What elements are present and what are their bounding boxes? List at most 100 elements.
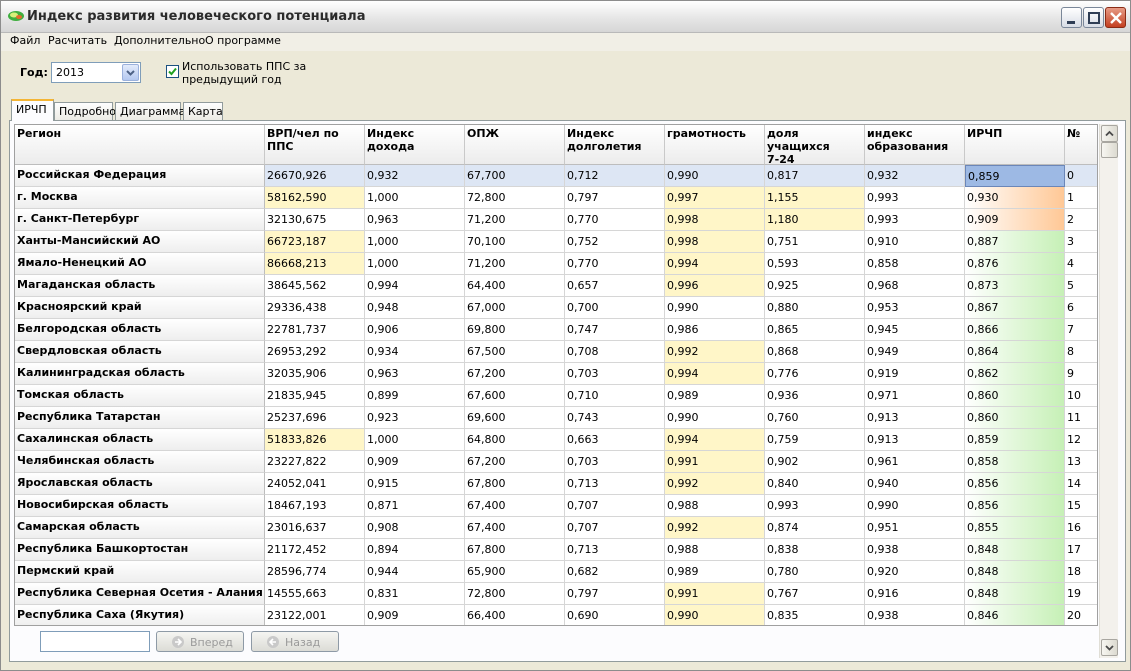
cell-life-expectancy[interactable]: 67,800 <box>465 539 565 561</box>
cell-region[interactable]: Республика Северная Осетия - Алания <box>15 583 265 605</box>
cell-rank[interactable]: 3 <box>1065 231 1097 253</box>
cell-region[interactable]: Магаданская область <box>15 275 265 297</box>
cell-literacy[interactable]: 0,990 <box>665 407 765 429</box>
table-row[interactable]: Республика Саха (Якутия) 23122,001 0,909 66… <box>15 605 1097 625</box>
cell-longevity-index[interactable]: 0,703 <box>565 363 665 385</box>
cell-region[interactable]: Красноярский край <box>15 297 265 319</box>
cell-hdi[interactable]: 0,848 <box>965 583 1065 605</box>
cell-longevity-index[interactable]: 0,743 <box>565 407 665 429</box>
table-row[interactable]: Калининградская область 32035,906 0,963 67,… <box>15 363 1097 385</box>
cell-income-index[interactable]: 1,000 <box>365 429 465 451</box>
cell-literacy[interactable]: 0,998 <box>665 209 765 231</box>
table-row[interactable]: Свердловская область 26953,292 0,934 67,500… <box>15 341 1097 363</box>
cell-student-share[interactable]: 0,760 <box>765 407 865 429</box>
cell-grp-per-capita[interactable]: 26670,926 <box>265 165 365 187</box>
cell-literacy[interactable]: 0,992 <box>665 341 765 363</box>
cell-student-share[interactable]: 0,776 <box>765 363 865 385</box>
cell-income-index[interactable]: 0,906 <box>365 319 465 341</box>
cell-rank[interactable]: 4 <box>1065 253 1097 275</box>
cell-income-index[interactable]: 0,909 <box>365 605 465 625</box>
cell-life-expectancy[interactable]: 64,800 <box>465 429 565 451</box>
minimize-button[interactable] <box>1061 7 1082 28</box>
table-row[interactable]: Томская область 21835,945 0,899 67,600 0,710… <box>15 385 1097 407</box>
cell-longevity-index[interactable]: 0,797 <box>565 583 665 605</box>
cell-education-index[interactable]: 0,993 <box>865 187 965 209</box>
tab-hdi[interactable]: ИРЧП <box>11 99 54 121</box>
cell-rank[interactable]: 8 <box>1065 341 1097 363</box>
column-header-student-share[interactable]: доля учащихся 7-24 <box>765 125 865 166</box>
cell-hdi[interactable]: 0,860 <box>965 407 1065 429</box>
cell-life-expectancy[interactable]: 67,500 <box>465 341 565 363</box>
cell-life-expectancy[interactable]: 64,400 <box>465 275 565 297</box>
table-row[interactable]: Красноярский край 29336,438 0,948 67,000 0,7… <box>15 297 1097 319</box>
maximize-button[interactable] <box>1083 7 1104 28</box>
table-row[interactable]: г. Москва 58162,590 1,000 72,800 0,797 0,997 1… <box>15 187 1097 209</box>
cell-rank[interactable]: 13 <box>1065 451 1097 473</box>
table-row[interactable]: Магаданская область 38645,562 0,994 64,400 0… <box>15 275 1097 297</box>
dropdown-button[interactable] <box>122 64 139 81</box>
table-row[interactable]: Республика Северная Осетия - Алания 14555… <box>15 583 1097 605</box>
cell-life-expectancy[interactable]: 67,400 <box>465 495 565 517</box>
cell-hdi[interactable]: 0,864 <box>965 341 1065 363</box>
cell-life-expectancy[interactable]: 67,400 <box>465 517 565 539</box>
cell-student-share[interactable]: 0,838 <box>765 539 865 561</box>
cell-student-share[interactable]: 0,868 <box>765 341 865 363</box>
cell-hdi[interactable]: 0,859 <box>965 429 1065 451</box>
cell-life-expectancy[interactable]: 67,600 <box>465 385 565 407</box>
table-row[interactable]: Ханты-Мансийский АО 66723,187 1,000 70,100 0… <box>15 231 1097 253</box>
cell-education-index[interactable]: 0,961 <box>865 451 965 473</box>
cell-longevity-index[interactable]: 0,663 <box>565 429 665 451</box>
cell-student-share[interactable]: 0,751 <box>765 231 865 253</box>
cell-student-share[interactable]: 0,817 <box>765 165 865 187</box>
cell-student-share[interactable]: 0,780 <box>765 561 865 583</box>
cell-rank[interactable]: 20 <box>1065 605 1097 625</box>
cell-literacy[interactable]: 0,991 <box>665 451 765 473</box>
cell-literacy[interactable]: 0,991 <box>665 583 765 605</box>
cell-grp-per-capita[interactable]: 22781,737 <box>265 319 365 341</box>
table-row[interactable]: Челябинская область 23227,822 0,909 67,200 0… <box>15 451 1097 473</box>
column-header-rank[interactable]: № <box>1065 125 1097 165</box>
cell-hdi[interactable]: 0,846 <box>965 605 1065 625</box>
cell-education-index[interactable]: 0,938 <box>865 539 965 561</box>
tab-chart[interactable]: Диаграмма <box>115 102 185 120</box>
cell-education-index[interactable]: 0,971 <box>865 385 965 407</box>
forward-button[interactable]: Вперед <box>156 631 244 652</box>
table-row[interactable]: Пермский край 28596,774 0,944 65,900 0,682 0,… <box>15 561 1097 583</box>
cell-rank[interactable]: 9 <box>1065 363 1097 385</box>
table-row[interactable]: Самарская область 23016,637 0,908 67,400 0,7… <box>15 517 1097 539</box>
tab-map[interactable]: Карта <box>183 102 223 120</box>
cell-education-index[interactable]: 0,953 <box>865 297 965 319</box>
table-row[interactable]: Республика Башкортостан 21172,452 0,894 67,… <box>15 539 1097 561</box>
cell-literacy[interactable]: 0,997 <box>665 187 765 209</box>
cell-hdi[interactable]: 0,858 <box>965 451 1065 473</box>
cell-hdi[interactable]: 0,862 <box>965 363 1065 385</box>
cell-region[interactable]: Новосибирская область <box>15 495 265 517</box>
cell-longevity-index[interactable]: 0,710 <box>565 385 665 407</box>
cell-life-expectancy[interactable]: 71,200 <box>465 209 565 231</box>
cell-region[interactable]: Сахалинская область <box>15 429 265 451</box>
cell-education-index[interactable]: 0,913 <box>865 429 965 451</box>
cell-hdi[interactable]: 0,848 <box>965 561 1065 583</box>
cell-region[interactable]: Республика Башкортостан <box>15 539 265 561</box>
cell-grp-per-capita[interactable]: 23227,822 <box>265 451 365 473</box>
column-header-region[interactable]: Регион <box>15 125 265 165</box>
cell-student-share[interactable]: 0,865 <box>765 319 865 341</box>
cell-literacy[interactable]: 0,994 <box>665 253 765 275</box>
cell-income-index[interactable]: 1,000 <box>365 253 465 275</box>
title-bar[interactable]: Индекс развития человеческого потенциала <box>1 1 1130 33</box>
cell-student-share[interactable]: 1,180 <box>765 209 865 231</box>
cell-hdi[interactable]: 0,856 <box>965 495 1065 517</box>
row-search-input[interactable] <box>40 631 150 652</box>
cell-longevity-index[interactable]: 0,752 <box>565 231 665 253</box>
cell-longevity-index[interactable]: 0,708 <box>565 341 665 363</box>
cell-education-index[interactable]: 0,990 <box>865 495 965 517</box>
cell-hdi[interactable]: 0,867 <box>965 297 1065 319</box>
cell-rank[interactable]: 17 <box>1065 539 1097 561</box>
cell-rank[interactable]: 16 <box>1065 517 1097 539</box>
column-header-education-index[interactable]: индекс образования <box>865 125 965 165</box>
cell-income-index[interactable]: 0,831 <box>365 583 465 605</box>
cell-life-expectancy[interactable]: 67,200 <box>465 363 565 385</box>
cell-education-index[interactable]: 0,993 <box>865 209 965 231</box>
cell-student-share[interactable]: 1,155 <box>765 187 865 209</box>
cell-hdi[interactable]: 0,876 <box>965 253 1065 275</box>
